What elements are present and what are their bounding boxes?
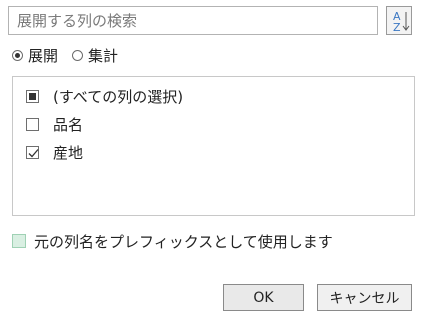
column-item-select-all[interactable]: (すべての列の選択) [26, 85, 183, 107]
column-item-label: (すべての列の選択) [53, 87, 184, 106]
radio-aggregate-indicator[interactable] [72, 49, 84, 61]
prefix-checkbox[interactable] [12, 234, 26, 248]
prefix-option-label: 元の列名をプレフィックスとして使用します [34, 232, 333, 251]
hinmei-checkbox[interactable] [26, 117, 39, 131]
column-list[interactable]: (すべての列の選択) 品名 産地 [12, 76, 415, 216]
svg-text:Z: Z [393, 21, 401, 34]
sort-az-icon: A Z [393, 10, 410, 34]
column-item-hinmei[interactable]: 品名 [26, 113, 83, 135]
radio-aggregate[interactable]: 集計 [72, 45, 118, 66]
radio-aggregate-label: 集計 [88, 46, 119, 65]
prefix-option[interactable]: 元の列名をプレフィックスとして使用します [12, 231, 333, 251]
radio-expand-label: 展開 [28, 46, 59, 65]
mode-radio-group: 展開 集計 [12, 45, 132, 65]
cancel-button[interactable]: キャンセル [317, 284, 412, 311]
select-all-checkbox[interactable] [26, 89, 39, 103]
radio-expand[interactable]: 展開 [12, 45, 58, 66]
checkmark-icon [28, 148, 39, 157]
sort-az-button[interactable]: A Z [386, 6, 412, 35]
sanchi-checkbox[interactable] [26, 145, 39, 159]
search-input[interactable] [8, 6, 378, 35]
column-item-sanchi[interactable]: 産地 [26, 141, 83, 163]
column-item-label: 品名 [53, 115, 84, 134]
column-item-label: 産地 [53, 143, 84, 162]
ok-button[interactable]: OK [223, 284, 304, 311]
radio-expand-indicator[interactable] [12, 49, 23, 61]
